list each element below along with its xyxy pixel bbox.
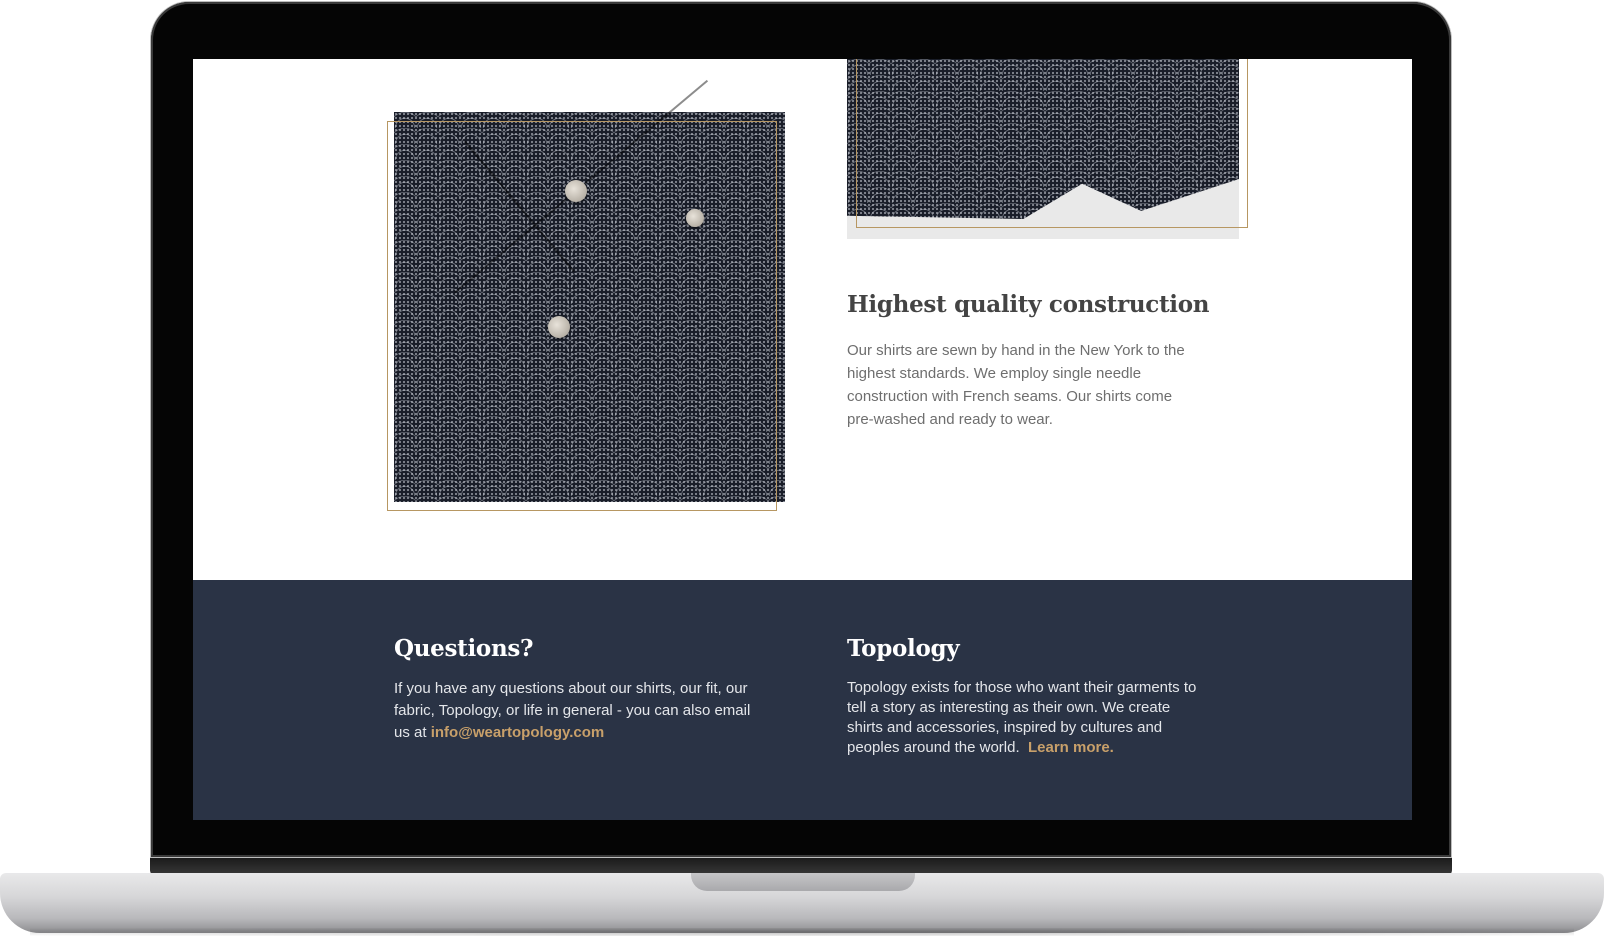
about-text: Topology exists for those who want their… (847, 678, 1207, 758)
about-heading: Topology (847, 635, 960, 662)
shirt-cuff-image-frame (387, 121, 777, 511)
about-section: Topology Topology exists for those who w… (847, 635, 1207, 758)
email-link[interactable]: info@weartopology.com (431, 724, 605, 741)
site-footer: Questions? If you have any questions abo… (193, 580, 1412, 820)
about-body: Topology exists for those who want their… (847, 679, 1197, 756)
learn-more-link[interactable]: Learn more. (1028, 739, 1114, 756)
quality-heading: Highest quality construction (847, 291, 1210, 318)
shirt-hem-image-frame (856, 59, 1248, 228)
laptop-shadow (30, 928, 1574, 936)
questions-text: If you have any questions about our shir… (394, 678, 754, 744)
questions-heading: Questions? (394, 635, 534, 662)
laptop-notch (691, 873, 915, 891)
questions-section: Questions? If you have any questions abo… (394, 635, 754, 744)
quality-description: Our shirts are sewn by hand in the New Y… (847, 342, 1185, 428)
browser-viewport[interactable]: Highest quality construction Our shirts … (193, 59, 1412, 820)
